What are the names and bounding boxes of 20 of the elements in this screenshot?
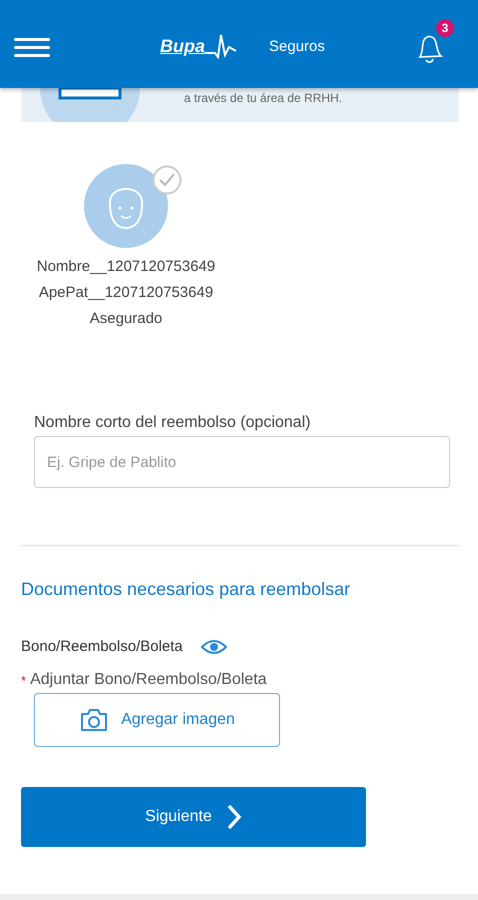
camera-icon bbox=[79, 708, 110, 732]
short-name-field[interactable]: Ej. Gripe de Pablito bbox=[34, 436, 450, 488]
beneficiary-role: Asegurado bbox=[90, 309, 162, 329]
section-title: Documentos necesarios para reembolsar bbox=[21, 579, 352, 600]
notification-badge: 3 bbox=[436, 18, 454, 36]
field-label: Nombre corto del reembolso (opcional) bbox=[34, 414, 312, 432]
banner-text: a través de tu área de RRHH. bbox=[184, 91, 342, 105]
beneficiary-name: Nombre__1207120753649 bbox=[36, 257, 216, 277]
brand-logo-text: Bupa bbox=[160, 36, 205, 56]
add-image-button[interactable]: Agregar imagen bbox=[34, 693, 280, 747]
brand-subtitle: Seguros bbox=[269, 38, 325, 54]
eye-icon[interactable] bbox=[200, 638, 227, 654]
menu-icon[interactable] bbox=[14, 37, 50, 59]
document-name: Bono/Reembolso/Boleta bbox=[21, 638, 183, 655]
chevron-right-icon bbox=[226, 804, 242, 830]
check-circle-icon[interactable] bbox=[152, 165, 182, 195]
required-mark: * bbox=[21, 672, 26, 688]
next-button[interactable]: Siguiente bbox=[21, 787, 366, 847]
attach-label: Adjuntar Bono/Reembolso/Boleta bbox=[30, 671, 267, 689]
beneficiary-surname: ApePat__1207120753649 bbox=[38, 283, 214, 303]
